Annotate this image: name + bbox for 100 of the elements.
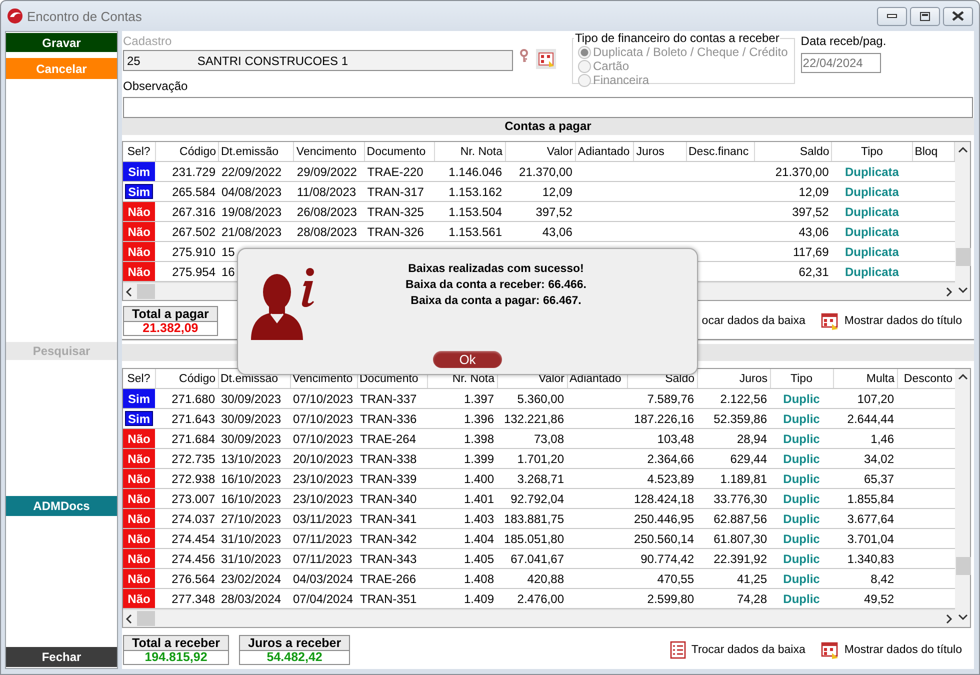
table-cell: 04/08/2023 — [218, 182, 294, 202]
column-header: Tipo — [832, 142, 912, 162]
type-cell: Duplic — [770, 528, 833, 548]
table-cell: 1.153.561 — [434, 222, 506, 242]
type-cell: Duplic — [770, 408, 833, 428]
table-cell: 07/10/2023 — [290, 388, 357, 408]
table-cell: 1.400 — [427, 468, 497, 488]
table-cell: 07/10/2023 — [290, 408, 357, 428]
table-cell: 1.403 — [427, 508, 497, 528]
table-cell: 1.396 — [427, 408, 497, 428]
table-cell: 5.360,00 — [497, 388, 567, 408]
type-cell: Duplicata — [832, 162, 912, 182]
table-cell: 21/08/2023 — [218, 222, 294, 242]
table-cell: 1.399 — [427, 448, 497, 468]
table-cell: 27/10/2023 — [218, 508, 290, 528]
table-cell: 61.807,30 — [697, 528, 770, 548]
column-header: Valor — [505, 142, 576, 162]
table-cell: TRAN-336 — [357, 408, 427, 428]
field-label: Cadastro — [123, 34, 173, 48]
table-cell: 29/09/2022 — [294, 162, 364, 182]
table-cell: 20/10/2023 — [290, 448, 357, 468]
table-cell: 90.774,42 — [627, 548, 697, 568]
column-header: Tipo — [770, 369, 833, 388]
table-cell: 274.456 — [155, 548, 218, 568]
table-cell: 128.424,18 — [627, 488, 697, 508]
table-cell: TRAN-343 — [357, 548, 427, 568]
column-header: Adiantado — [575, 142, 634, 162]
table-cell: 3.268,71 — [497, 468, 567, 488]
table-cell: 276.564 — [155, 568, 218, 588]
type-cell: Duplicata — [832, 182, 912, 202]
type-cell: Duplic — [770, 468, 833, 488]
table-cell: 1.404 — [427, 528, 497, 548]
table-cell: 1.146.046 — [434, 162, 506, 182]
table-cell: 52.359,86 — [697, 408, 770, 428]
type-cell: Duplic — [770, 568, 833, 588]
table-cell: 21.370,00 — [754, 162, 832, 182]
table-cell: 07/11/2023 — [290, 528, 357, 548]
table-cell: 272.735 — [155, 448, 218, 468]
type-cell: Duplicata — [832, 242, 912, 262]
column-header: Desconto — [897, 369, 955, 388]
table-cell: 22/09/2022 — [218, 162, 294, 182]
table-cell: 04/03/2024 — [290, 568, 357, 588]
table-cell: 271.680 — [155, 388, 218, 408]
group-title: Tipo de financeiro do contas a receber — [574, 31, 780, 45]
column-header: Juros — [697, 369, 770, 388]
column-header: Dt.emissão — [218, 142, 294, 162]
table-cell: 1.398 — [427, 428, 497, 448]
table-cell: 65,37 — [833, 468, 897, 488]
table-cell: 470,55 — [627, 568, 697, 588]
column-header: Documento — [364, 142, 435, 162]
table-cell: 3.701,04 — [833, 528, 897, 548]
customer-name: SANTRI CONSTRUCOES 1 — [197, 54, 348, 68]
table-cell: 19/08/2023 — [218, 202, 294, 222]
table-cell: 1.189,81 — [697, 468, 770, 488]
message-text: Baixa da conta a receber: 66.466. — [406, 278, 586, 293]
table-cell: 271.684 — [155, 428, 218, 448]
type-cell: Duplic — [770, 548, 833, 568]
type-cell: Duplicata — [832, 222, 912, 242]
table-cell: TRAN-325 — [364, 202, 435, 222]
table-cell: 26/08/2023 — [294, 202, 364, 222]
table-cell: TRAN-317 — [364, 182, 435, 202]
total-label: Total a receber — [124, 636, 228, 651]
table-cell: 23/02/2024 — [218, 568, 290, 588]
table-cell: 31/10/2023 — [218, 548, 290, 568]
table-cell: 43,06 — [505, 222, 576, 242]
column-header: Juros — [634, 142, 686, 162]
column-header: Sel? — [123, 142, 156, 162]
type-cell: Duplicata — [832, 202, 912, 222]
table-cell: 1.855,84 — [833, 488, 897, 508]
table-cell: 274.454 — [155, 528, 218, 548]
column-header: Sel? — [123, 369, 155, 388]
table-cell: 2.644,44 — [833, 408, 897, 428]
table-cell: 1,46 — [833, 428, 897, 448]
table-cell: 62.887,56 — [697, 508, 770, 528]
table-cell: 7.589,76 — [627, 388, 697, 408]
type-cell: Duplic — [770, 508, 833, 528]
message-text: Baixa da conta a pagar: 66.467. — [410, 294, 582, 309]
table-cell: 30/09/2023 — [218, 388, 290, 408]
table-cell: TRAN-326 — [364, 222, 435, 242]
column-header: Saldo — [754, 142, 832, 162]
total-label: Total a pagar — [124, 307, 217, 322]
table-cell: 1.340,83 — [833, 548, 897, 568]
column-header: Desc.financ — [686, 142, 754, 162]
table-cell: 275.910 — [155, 242, 218, 262]
table-cell: 185.051,80 — [497, 528, 567, 548]
table-cell: 397,52 — [754, 202, 832, 222]
column-header: Vencimento — [294, 142, 364, 162]
table-cell: 267.502 — [155, 222, 218, 242]
table-cell: 2.122,56 — [697, 388, 770, 408]
table-cell: 265.584 — [155, 182, 218, 202]
table-cell: 31/10/2023 — [218, 528, 290, 548]
table-cell: 34,02 — [833, 448, 897, 468]
table-cell: 13/10/2023 — [218, 448, 290, 468]
table-cell: 33.776,30 — [697, 488, 770, 508]
type-cell: Duplic — [770, 388, 833, 408]
table-cell: 21.370,00 — [505, 162, 576, 182]
column-header: Nr. Nota — [434, 142, 506, 162]
column-header: Código — [155, 142, 218, 162]
table-cell: TRAN-341 — [357, 508, 427, 528]
table-cell: 23/10/2023 — [290, 468, 357, 488]
